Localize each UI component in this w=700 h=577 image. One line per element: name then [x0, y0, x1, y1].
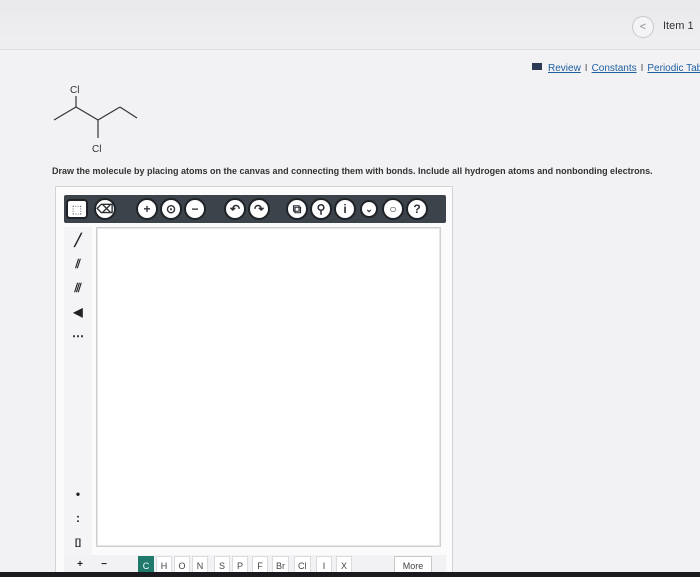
radical-icon[interactable]: • [66, 483, 90, 505]
expand-icon[interactable]: ⌄ [360, 200, 378, 218]
instructions-text: Draw the molecule by placing atoms on th… [52, 166, 653, 176]
molecule-editor: ⬚ ⌫ + ⊙ − ↶ ↷ ⧉ ⚲ i ⌄ ○ ? ╱ ⫽ ⫻ ◀ ⋯ • : … [55, 186, 453, 577]
editor-toolbar: ⬚ ⌫ + ⊙ − ↶ ↷ ⧉ ⚲ i ⌄ ○ ? [64, 195, 446, 223]
bottom-edge [0, 572, 700, 577]
info-icon[interactable]: i [334, 198, 356, 220]
zoom-reset-icon[interactable]: ⊙ [160, 198, 182, 220]
redo-icon[interactable]: ↷ [248, 198, 270, 220]
molecule-skeleton: Cl Cl [53, 85, 138, 155]
search-icon[interactable]: ○ [382, 198, 404, 220]
chevron-left-icon[interactable]: < [632, 16, 654, 38]
lasso-select-icon[interactable]: ⬚ [66, 199, 88, 219]
zoom-out-icon[interactable]: − [184, 198, 206, 220]
top-chlorine-label: Cl [70, 85, 79, 96]
undo-icon[interactable]: ↶ [224, 198, 246, 220]
bracket-icon[interactable]: [] [66, 531, 90, 553]
bottom-chlorine-label: Cl [92, 144, 101, 155]
periodic-table-link[interactable]: Periodic Tabl [647, 63, 700, 74]
item-label: Item 1 [663, 20, 694, 32]
single-bond-icon[interactable]: ╱ [66, 229, 90, 251]
link-separator: I [584, 63, 588, 74]
template-icon[interactable]: ⚲ [310, 198, 332, 220]
zoom-in-icon[interactable]: + [136, 198, 158, 220]
help-icon[interactable]: ? [406, 198, 428, 220]
book-icon [532, 63, 542, 70]
bond-tool-palette: ╱ ⫽ ⫻ ◀ ⋯ • : [] [64, 227, 92, 567]
hash-bond-icon[interactable]: ⋯ [66, 325, 90, 347]
review-link[interactable]: Review [548, 63, 581, 74]
double-bond-icon[interactable]: ⫽ [66, 253, 90, 275]
eraser-icon[interactable]: ⌫ [94, 198, 116, 220]
link-separator: I [640, 63, 644, 74]
lone-pair-icon[interactable]: : [66, 507, 90, 529]
resource-links: Review I Constants I Periodic Tabl [532, 63, 700, 74]
molecule-structure: Cl Cl [44, 80, 154, 160]
copy-icon[interactable]: ⧉ [286, 198, 308, 220]
drawing-canvas[interactable] [96, 227, 441, 547]
constants-link[interactable]: Constants [592, 63, 637, 74]
triple-bond-icon[interactable]: ⫻ [66, 277, 90, 299]
top-bar: < Item 1 [0, 0, 700, 50]
wedge-bond-icon[interactable]: ◀ [66, 301, 90, 323]
